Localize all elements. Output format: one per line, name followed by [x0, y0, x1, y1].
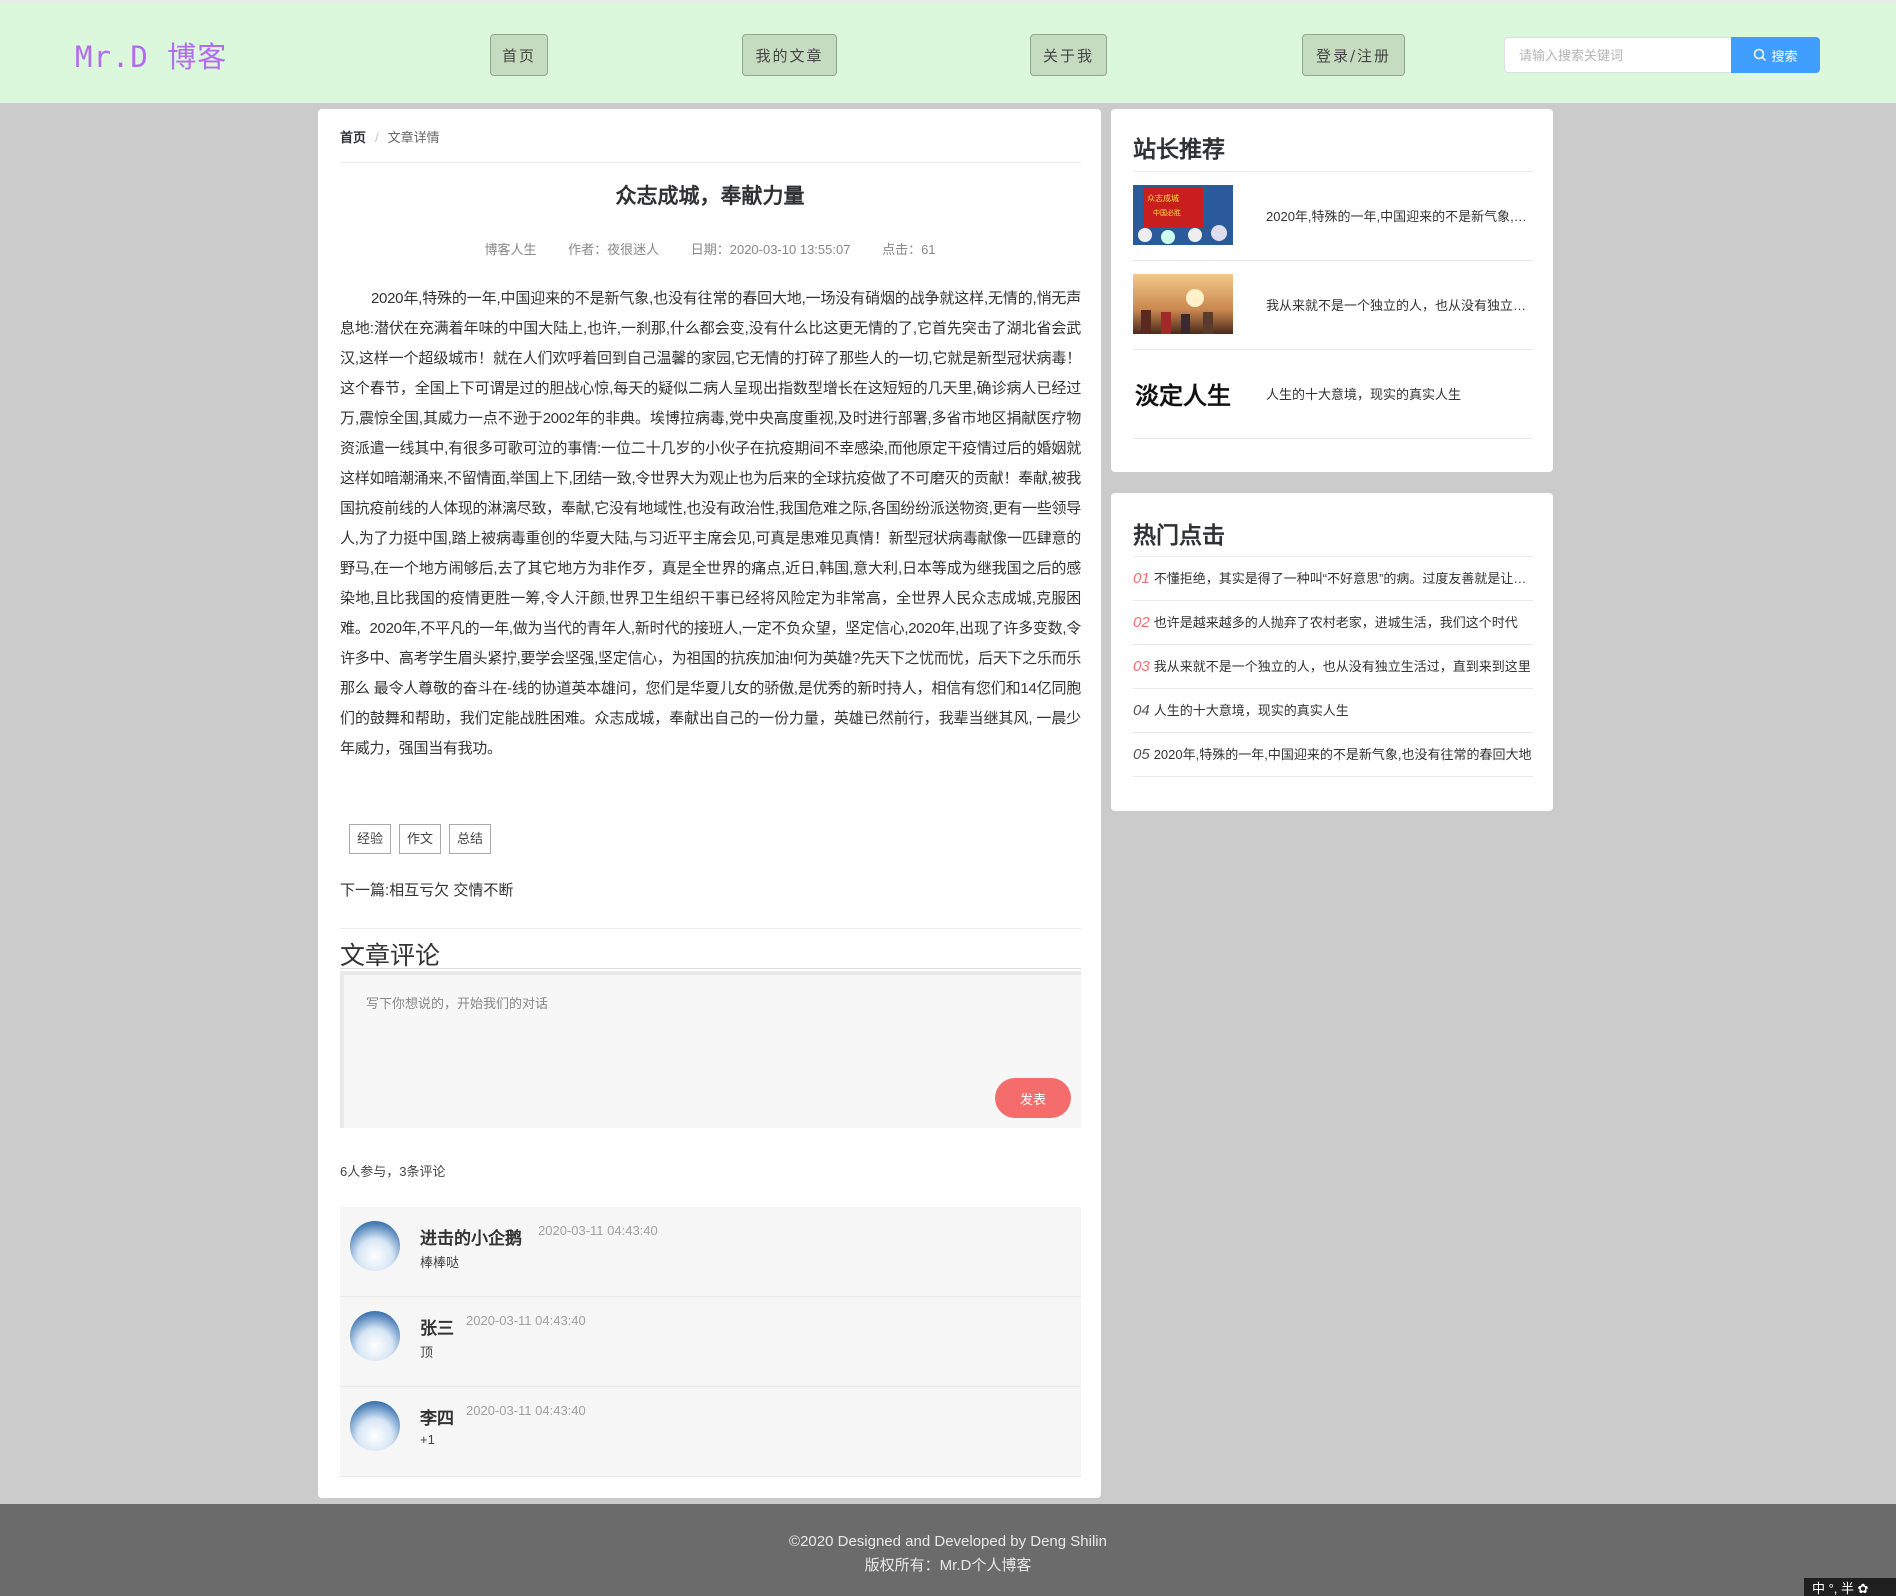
comment-author: 李四	[420, 1409, 454, 1428]
recommend-text: 我从来就不是一个独立的人，也从没有独立生活过	[1266, 298, 1531, 313]
comment-text: +1	[420, 1432, 435, 1447]
hot-text: 我从来就不是一个独立的人，也从没有独立生活过，直到来到这里	[1153, 659, 1531, 674]
thumbnail-calligraphy: 淡定人生	[1135, 380, 1231, 410]
article-meta: 博客人生 作者：夜很迷人 日期：2020-03-10 13:55:07 点击：6…	[340, 239, 1080, 258]
hot-text: 不懂拒绝，其实是得了一种叫“不好意思”的病。过度友善就是让别人一直占便宜	[1153, 571, 1533, 586]
nav-about-button[interactable]: 关于我	[1030, 34, 1107, 76]
comment-item: 张三 2020-03-11 04:43:40 顶	[340, 1297, 1081, 1387]
hot-text: 2020年,特殊的一年,中国迎来的不是新气象,也没有往常的春回大地	[1153, 747, 1532, 762]
tag-summary[interactable]: 总结	[449, 824, 492, 854]
nav-my-articles-button[interactable]: 我的文章	[742, 34, 837, 76]
recommend-item[interactable]: 众志成城中国必胜 2020年,特殊的一年,中国迎来的不是新气象,也没有往常的春回…	[1133, 172, 1533, 261]
divider	[340, 162, 1081, 163]
divider	[340, 928, 1081, 929]
divider	[340, 968, 1081, 969]
recommend-thumbnail: 众志成城中国必胜	[1133, 185, 1233, 245]
comment-text: 顶	[420, 1345, 434, 1360]
svg-text:中国必胜: 中国必胜	[1153, 208, 1181, 217]
recommend-text: 人生的十大意境，现实的真实人生	[1266, 387, 1462, 402]
hot-item[interactable]: 02 也许是越来越多的人抛弃了农村老家，进城生活，我们这个时代	[1133, 601, 1533, 645]
nav-login-button[interactable]: 登录/注册	[1302, 34, 1405, 76]
hot-rank: 02	[1133, 614, 1150, 631]
avatar	[350, 1401, 400, 1451]
hot-rank: 01	[1133, 570, 1150, 587]
tag-essay[interactable]: 作文	[399, 824, 442, 854]
article-clicks: 点击：61	[882, 242, 936, 257]
article-title: 众志成城，奉献力量	[615, 185, 805, 208]
article-tags: 经验 作文 总结	[349, 824, 492, 854]
article-card: 首页 / 文章详情 众志成城，奉献力量 博客人生 作者：夜很迷人 日期：2020-0…	[318, 109, 1101, 1498]
search-input[interactable]	[1504, 37, 1732, 73]
comments-section-title: 文章评论	[340, 942, 441, 970]
breadcrumb-home[interactable]: 首页	[340, 130, 366, 145]
breadcrumb: 首页 / 文章详情	[340, 127, 440, 146]
site-logo[interactable]: Mr.D 博客	[75, 34, 227, 76]
hot-text: 也许是越来越多的人抛弃了农村老家，进城生活，我们这个时代	[1153, 615, 1518, 630]
hot-item[interactable]: 03 我从来就不是一个独立的人，也从没有独立生活过，直到来到这里	[1133, 645, 1533, 689]
comment-stats: 6人参与，3条评论	[340, 1164, 446, 1179]
search-icon	[1754, 48, 1767, 62]
article-author: 作者：夜很迷人	[568, 242, 660, 257]
recommend-thumbnail: 淡定人生	[1133, 363, 1233, 423]
article-content: 2020年,特殊的一年,中国迎来的不是新气象,也没有往常的春回大地,一场没有硝烟…	[340, 290, 1081, 757]
recommend-thumbnail	[1133, 274, 1233, 334]
comment-textarea[interactable]	[344, 975, 1081, 1128]
article-category: 博客人生	[484, 242, 537, 257]
nav-home-button[interactable]: 首页	[490, 34, 548, 76]
recommend-title: 站长推荐	[1133, 136, 1225, 162]
footer: ©2020 Designed and Developed by Deng Shi…	[0, 1504, 1896, 1596]
comment-box: 发表	[340, 971, 1081, 1128]
breadcrumb-current: 文章详情	[387, 130, 440, 145]
hot-title: 热门点击	[1133, 522, 1225, 548]
comment-item: 进击的小企鹅 2020-03-11 04:43:40 棒棒哒	[340, 1207, 1081, 1297]
ime-indicator[interactable]: 中 °, 半 ✿	[1804, 1578, 1896, 1596]
publish-button[interactable]: 发表	[995, 1078, 1071, 1118]
breadcrumb-separator: /	[375, 130, 379, 145]
hot-item[interactable]: 05 2020年,特殊的一年,中国迎来的不是新气象,也没有往常的春回大地	[1133, 733, 1533, 777]
recommend-text: 2020年,特殊的一年,中国迎来的不是新气象,也没有往常的春回大地	[1266, 209, 1531, 224]
comment-date: 2020-03-11 04:43:40	[538, 1223, 658, 1238]
article-date: 日期：2020-03-10 13:55:07	[690, 242, 851, 257]
footer-credits: ©2020 Designed and Developed by Deng Shi…	[789, 1533, 1107, 1550]
tag-experience[interactable]: 经验	[349, 824, 392, 854]
hot-rank: 03	[1133, 658, 1150, 675]
comment-author: 进击的小企鹅	[420, 1229, 522, 1248]
comment-author: 张三	[420, 1319, 454, 1338]
hot-item[interactable]: 04 人生的十大意境，现实的真实人生	[1133, 689, 1533, 733]
hot-item[interactable]: 01不懂拒绝，其实是得了一种叫“不好意思”的病。过度友善就是让别人一直占便宜	[1133, 557, 1533, 601]
recommend-item[interactable]: 我从来就不是一个独立的人，也从没有独立生活过	[1133, 261, 1533, 350]
recommend-item[interactable]: 淡定人生 人生的十大意境，现实的真实人生	[1133, 350, 1533, 439]
comment-item: 李四 2020-03-11 04:43:40 +1	[340, 1387, 1081, 1477]
recommend-card: 站长推荐 众志成城中国必胜 2020年,特殊的一年,中国迎来的不是新气象,也没有…	[1111, 109, 1553, 472]
hot-text: 人生的十大意境，现实的真实人生	[1153, 703, 1349, 718]
hot-card: 热门点击 01不懂拒绝，其实是得了一种叫“不好意思”的病。过度友善就是让别人一直…	[1111, 493, 1553, 811]
svg-text:众志成城: 众志成城	[1147, 193, 1179, 203]
footer-copyright: 版权所有：Mr.D个人博客	[864, 1557, 1032, 1574]
comment-date: 2020-03-11 04:43:40	[466, 1403, 586, 1418]
next-article-link[interactable]: 下一篇:相互亏欠 交情不断	[340, 879, 513, 900]
search-button[interactable]: 搜索	[1731, 37, 1820, 73]
hot-rank: 04	[1133, 702, 1150, 719]
comment-date: 2020-03-11 04:43:40	[466, 1313, 586, 1328]
comment-text: 棒棒哒	[420, 1255, 460, 1270]
avatar	[350, 1311, 400, 1361]
hot-rank: 05	[1133, 746, 1150, 763]
top-header: Mr.D 博客 首页 我的文章 关于我 登录/注册 搜索	[0, 0, 1896, 103]
search-button-label: 搜索	[1771, 48, 1798, 64]
avatar	[350, 1221, 400, 1271]
